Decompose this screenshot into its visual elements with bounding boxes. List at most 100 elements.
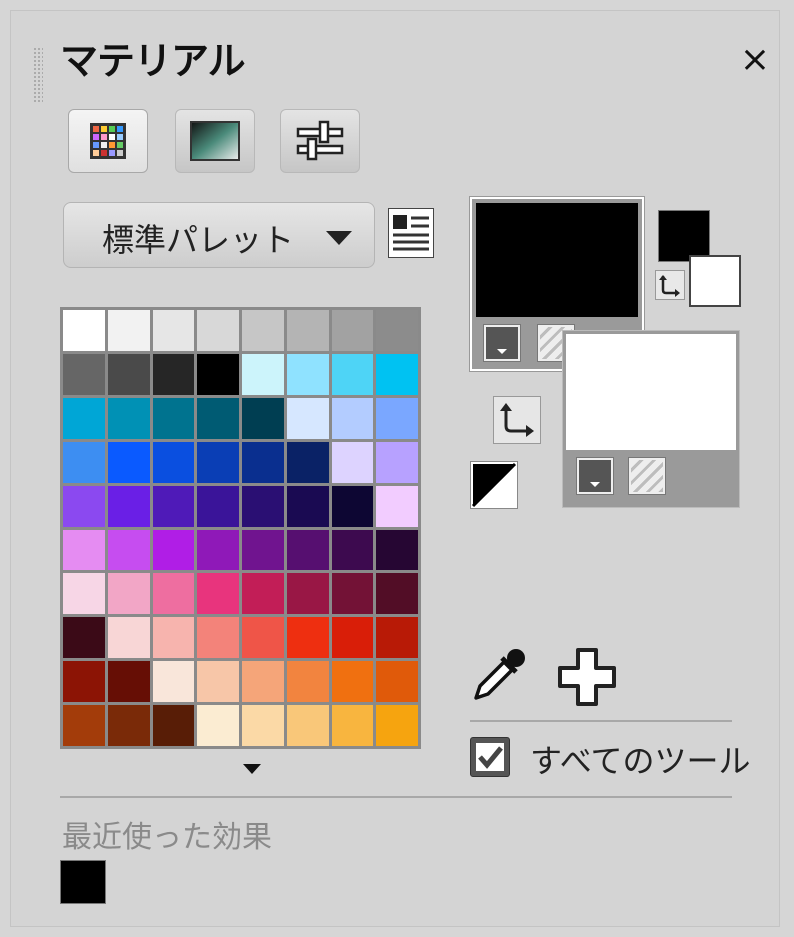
color-swatch[interactable]: [63, 705, 105, 746]
color-swatch[interactable]: [152, 310, 195, 351]
color-swatch[interactable]: [152, 705, 195, 746]
color-swatch[interactable]: [152, 573, 195, 615]
color-swatch[interactable]: [286, 573, 329, 615]
color-swatch[interactable]: [63, 353, 105, 395]
color-swatch[interactable]: [197, 661, 239, 703]
transparent-button[interactable]: [629, 458, 665, 494]
panel-grip[interactable]: [33, 47, 43, 103]
color-swatch[interactable]: [331, 353, 374, 395]
color-swatch[interactable]: [242, 705, 284, 746]
foreground-color-swatch[interactable]: [476, 203, 638, 317]
color-swatch[interactable]: [242, 485, 284, 527]
color-swatch[interactable]: [286, 661, 329, 703]
color-swatch[interactable]: [152, 485, 195, 527]
color-swatch[interactable]: [331, 310, 374, 351]
color-swatch[interactable]: [331, 485, 374, 527]
color-swatch[interactable]: [242, 529, 284, 571]
swap-colors-small-button[interactable]: [655, 270, 685, 300]
color-swatch[interactable]: [331, 661, 374, 703]
color-swatch[interactable]: [376, 485, 418, 527]
background-color-small[interactable]: [689, 255, 741, 307]
color-swatch[interactable]: [107, 705, 150, 746]
color-swatch[interactable]: [152, 529, 195, 571]
color-swatch[interactable]: [242, 573, 284, 615]
color-swatch[interactable]: [376, 397, 418, 439]
reset-black-white-button[interactable]: [470, 461, 518, 509]
color-swatch[interactable]: [197, 705, 239, 746]
color-swatch[interactable]: [152, 397, 195, 439]
color-swatch[interactable]: [376, 529, 418, 571]
color-swatch[interactable]: [107, 529, 150, 571]
palette-select[interactable]: 標準パレット: [63, 202, 375, 268]
all-tools-checkbox[interactable]: [470, 737, 510, 777]
color-swatch[interactable]: [286, 705, 329, 746]
color-swatch[interactable]: [63, 661, 105, 703]
color-swatch[interactable]: [152, 661, 195, 703]
color-swatch[interactable]: [286, 529, 329, 571]
color-swatch[interactable]: [63, 529, 105, 571]
background-color-swatch[interactable]: [566, 334, 736, 450]
color-swatch[interactable]: [242, 441, 284, 483]
add-swatch-icon[interactable]: [556, 646, 618, 708]
color-swatch[interactable]: [242, 353, 284, 395]
background-property-box[interactable]: [562, 330, 740, 508]
color-swatch[interactable]: [152, 353, 195, 395]
color-swatch[interactable]: [107, 573, 150, 615]
palette-tab[interactable]: [68, 109, 148, 173]
color-swatch[interactable]: [107, 310, 150, 351]
palette-menu-button[interactable]: [388, 208, 434, 258]
color-swatch[interactable]: [376, 310, 418, 351]
gradient-tab[interactable]: [175, 109, 255, 173]
color-swatch[interactable]: [376, 441, 418, 483]
color-swatch[interactable]: [197, 573, 239, 615]
color-swatch[interactable]: [197, 485, 239, 527]
color-swatch[interactable]: [107, 661, 150, 703]
color-swatch[interactable]: [197, 353, 239, 395]
color-swatch[interactable]: [376, 705, 418, 746]
color-swatch[interactable]: [242, 310, 284, 351]
color-swatch[interactable]: [63, 441, 105, 483]
color-swatch[interactable]: [107, 397, 150, 439]
color-swatch[interactable]: [197, 529, 239, 571]
color-swatch[interactable]: [107, 353, 150, 395]
close-button[interactable]: ×: [735, 40, 775, 80]
color-swatch[interactable]: [242, 617, 284, 659]
color-swatch[interactable]: [286, 397, 329, 439]
swap-colors-button[interactable]: [493, 396, 541, 444]
color-swatch[interactable]: [152, 617, 195, 659]
color-swatch[interactable]: [107, 485, 150, 527]
color-swatch[interactable]: [242, 397, 284, 439]
eyedropper-icon[interactable]: [468, 644, 530, 706]
color-swatch[interactable]: [331, 441, 374, 483]
color-swatch[interactable]: [331, 397, 374, 439]
color-swatch[interactable]: [376, 353, 418, 395]
color-swatch[interactable]: [107, 441, 150, 483]
color-swatch[interactable]: [286, 310, 329, 351]
color-swatch[interactable]: [331, 617, 374, 659]
color-swatch[interactable]: [197, 310, 239, 351]
color-swatch[interactable]: [197, 441, 239, 483]
color-swatch[interactable]: [63, 485, 105, 527]
color-swatch[interactable]: [197, 617, 239, 659]
color-swatch[interactable]: [63, 573, 105, 615]
style-button[interactable]: [484, 325, 520, 361]
color-swatch[interactable]: [63, 397, 105, 439]
color-swatch[interactable]: [107, 617, 150, 659]
color-swatch[interactable]: [376, 617, 418, 659]
color-swatch[interactable]: [331, 705, 374, 746]
color-swatch[interactable]: [286, 485, 329, 527]
scroll-down-icon[interactable]: [243, 764, 261, 774]
color-swatch[interactable]: [63, 617, 105, 659]
color-swatch[interactable]: [242, 661, 284, 703]
color-swatch[interactable]: [63, 310, 105, 351]
recent-color-swatch[interactable]: [60, 860, 106, 904]
color-swatch[interactable]: [331, 529, 374, 571]
color-swatch[interactable]: [376, 661, 418, 703]
color-swatch[interactable]: [286, 441, 329, 483]
color-swatch[interactable]: [331, 573, 374, 615]
style-button[interactable]: [577, 458, 613, 494]
adjust-tab[interactable]: [280, 109, 360, 173]
color-swatch[interactable]: [152, 441, 195, 483]
color-swatch[interactable]: [197, 397, 239, 439]
color-swatch[interactable]: [286, 353, 329, 395]
